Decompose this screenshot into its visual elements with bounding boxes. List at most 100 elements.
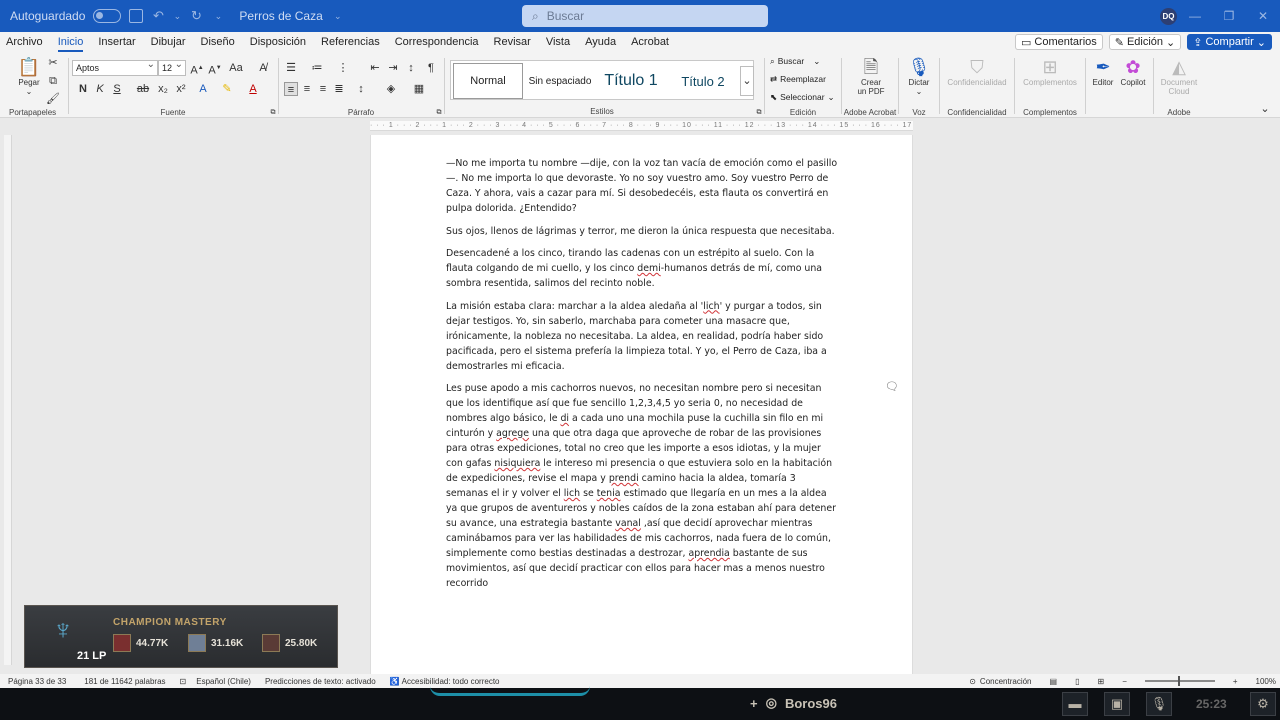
text-effects-icon[interactable]: A [196,82,210,96]
spelling-error[interactable]: vanal [615,518,641,529]
paragraph[interactable]: —No me importa tu nombre —dije, con la v… [446,156,840,216]
create-pdf-button[interactable]: 🗎 Crear un PDF [851,56,891,96]
tab-disposicion[interactable]: Disposición [250,36,306,48]
spelling-error[interactable]: nisiquiera [494,458,540,469]
spelling-error[interactable]: prendi [609,473,639,484]
increase-indent-icon[interactable]: ⇥ [386,61,400,75]
paste-button[interactable]: 📋 Pegar ⌄ [14,56,44,96]
style-normal[interactable]: Normal [453,63,523,99]
highlight-icon[interactable]: ✎ [220,82,234,96]
plus-icon[interactable]: + [750,696,758,711]
spelling-error[interactable]: agrege [496,428,529,439]
italic-icon[interactable]: K [93,82,107,96]
font-size-select[interactable]: 12 [158,58,186,76]
horizontal-ruler[interactable]: · · · 1 · · · 2 · · · 1 · · · 2 · · · 3 … [370,121,913,131]
replace-button[interactable]: ⇄ Reemplazar [770,74,826,85]
tab-acrobat[interactable]: Acrobat [631,36,669,48]
align-right-icon[interactable]: ≡ [316,82,330,96]
editor-button[interactable]: ✒ Editor [1089,56,1117,87]
strikethrough-icon[interactable]: ab [136,82,150,96]
copilot-button[interactable]: ✿ Copilot [1118,56,1148,87]
tab-ayuda[interactable]: Ayuda [585,36,616,48]
show-marks-icon[interactable]: ¶ [424,61,438,75]
zoom-slider[interactable] [1144,676,1215,686]
mic-icon[interactable]: 🎙 [1146,692,1172,716]
align-left-icon[interactable]: ≡ [284,82,298,96]
subscript-icon[interactable]: x₂ [156,82,170,96]
bullets-icon[interactable]: ☰ [284,61,298,75]
customize-toolbar-icon[interactable]: ⌄ [211,11,225,22]
undo-dropdown-icon[interactable]: ⌄ [173,11,182,22]
cut-icon[interactable]: ✂ [46,56,60,70]
style-no-spacing[interactable]: Sin espaciado [525,63,595,99]
tab-inicio[interactable]: Inicio [57,36,83,52]
style-heading-2[interactable]: Título 2 [667,63,739,99]
superscript-icon[interactable]: x² [174,82,188,96]
change-case-icon[interactable]: Aa [226,61,246,75]
style-heading-1[interactable]: Título 1 [597,63,665,99]
inventory-icon[interactable]: ▣ [1104,692,1130,716]
minimize-icon[interactable]: — [1178,0,1212,32]
page-count[interactable]: Página 33 de 33 [8,677,66,686]
share-button[interactable]: ⇪ Compartir ⌄ [1187,34,1272,50]
undo-icon[interactable]: ↶ [151,8,165,24]
borders-icon[interactable]: ▦ [412,82,426,96]
spelling-error[interactable]: tenia [597,488,621,499]
line-spacing-icon[interactable]: ↕ [354,82,368,96]
avatar[interactable]: DQ [1160,8,1177,25]
shading-icon[interactable]: ◈ [384,82,398,96]
justify-icon[interactable]: ≣ [332,82,346,96]
settings-icon[interactable]: ⚙ [1250,692,1276,716]
zoom-level[interactable]: 100% [1256,677,1276,686]
spelling-error[interactable]: lich [703,301,719,312]
accessibility-status[interactable]: Accesibilidad: todo correcto [402,677,500,686]
proofing-icon[interactable]: ⊡ [180,677,187,686]
select-button[interactable]: ⬉ Seleccionar ⌄ [770,92,835,103]
bold-icon[interactable]: N [76,82,90,96]
paragraph[interactable]: Sus ojos, llenos de lágrimas y terror, m… [446,224,840,239]
dictate-button[interactable]: 🎙 Dictar ⌄ [904,56,934,96]
maximize-icon[interactable]: ❐ [1212,0,1246,32]
numbering-icon[interactable]: ≔ [310,61,324,75]
zoom-in-icon[interactable]: + [1233,677,1238,686]
grow-font-icon[interactable]: A▲ [190,61,204,77]
read-mode-icon[interactable]: ▤ [1050,677,1058,686]
find-button[interactable]: ⌕ Buscar ⌄ [770,56,820,67]
zoom-out-icon[interactable]: − [1122,677,1127,686]
paragraph[interactable]: Desencadené a los cinco, tirando las cad… [446,246,840,291]
redo-icon[interactable]: ↻ [189,8,203,24]
styles-more-icon[interactable]: ⌄ [740,66,754,96]
document-page[interactable]: —No me importa tu nombre —dije, con la v… [370,135,913,674]
tab-vista[interactable]: Vista [546,36,570,48]
decrease-indent-icon[interactable]: ⇤ [368,61,382,75]
tab-correspondencia[interactable]: Correspondencia [395,36,479,48]
language[interactable]: Español (Chile) [196,677,251,686]
document-name[interactable]: Perros de Caza [239,9,322,23]
spelling-error[interactable]: aprendia [688,548,729,559]
font-family-select[interactable]: Aptos [72,58,158,76]
font-color-icon[interactable]: A [246,82,260,96]
tab-dibujar[interactable]: Dibujar [151,36,186,48]
format-painter-icon[interactable]: 🖌 [46,92,60,106]
autosave-toggle[interactable] [93,9,122,23]
sort-icon[interactable]: ↕ [404,61,418,75]
spelling-error[interactable]: di [560,413,569,424]
search-input[interactable]: ⌕ Buscar [522,5,768,27]
paragraph[interactable]: La misión estaba clara: marchar a la ald… [446,299,840,374]
paragraph[interactable]: Les puse apodo a mis cachorros nuevos, n… [446,381,840,591]
vertical-ruler[interactable] [4,135,12,665]
text-predictions[interactable]: Predicciones de texto: activado [265,677,376,686]
clear-formatting-icon[interactable]: A̸ [256,61,270,75]
document-cloud-button[interactable]: ◭ Document Cloud [1155,56,1203,96]
multilevel-list-icon[interactable]: ⋮ [336,61,350,75]
chat-icon[interactable]: ▬ [1062,692,1088,716]
shrink-font-icon[interactable]: A▼ [208,61,222,77]
addins-button[interactable]: ⊞ Complementos [1016,56,1084,87]
sensitivity-button[interactable]: ⛉ Confidencialidad [941,56,1013,87]
document-body[interactable]: —No me importa tu nombre —dije, con la v… [446,156,840,599]
align-center-icon[interactable]: ≡ [300,82,314,96]
tab-referencias[interactable]: Referencias [321,36,380,48]
tab-insertar[interactable]: Insertar [98,36,135,48]
spelling-error[interactable]: lich [564,488,580,499]
collapse-ribbon-icon[interactable]: ⌄ [1258,102,1272,116]
